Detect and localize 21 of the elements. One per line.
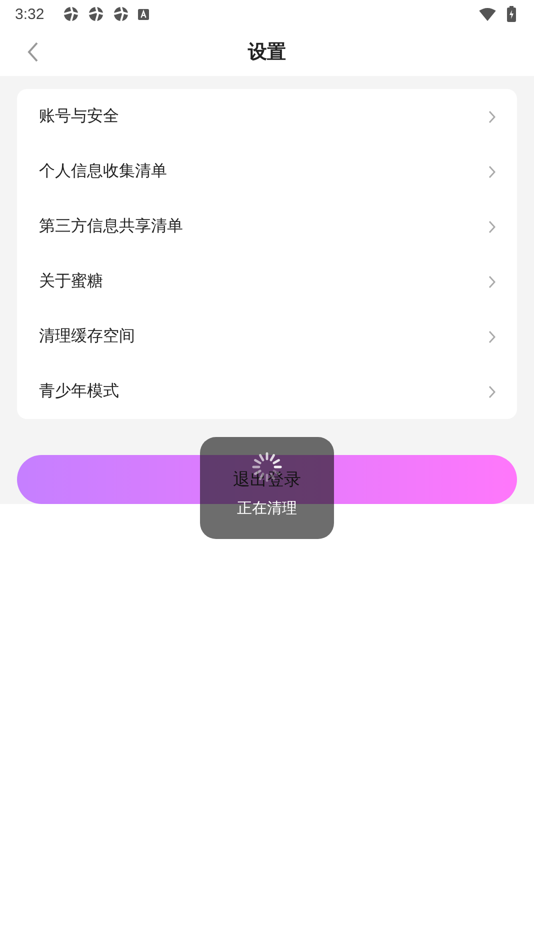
chevron-icon [488, 164, 496, 178]
page-title: 设置 [248, 40, 286, 65]
chevron-icon [488, 330, 496, 344]
settings-item[interactable]: 清理缓存空间 [39, 309, 495, 364]
settings-item[interactable]: 第三方信息共享清单 [39, 199, 495, 254]
notification-icon [63, 6, 80, 22]
chevron-icon [488, 220, 496, 234]
settings-item[interactable]: 青少年模式 [39, 364, 495, 419]
wifi-icon [479, 8, 496, 20]
keyboard-icon [138, 8, 150, 20]
chevron-icon [488, 384, 496, 398]
back-icon[interactable] [27, 41, 39, 63]
battery-icon [507, 6, 516, 22]
notification-icon [113, 6, 130, 22]
chevron-icon [488, 110, 496, 124]
settings-item[interactable]: 个人信息收集清单 [39, 144, 495, 199]
notification-icon [88, 6, 104, 22]
settings-item[interactable]: 账号与安全 [39, 89, 495, 144]
settings-item[interactable]: 关于蜜糖 [39, 254, 495, 309]
status-time: 3:32 [15, 6, 44, 22]
chevron-icon [488, 274, 496, 288]
